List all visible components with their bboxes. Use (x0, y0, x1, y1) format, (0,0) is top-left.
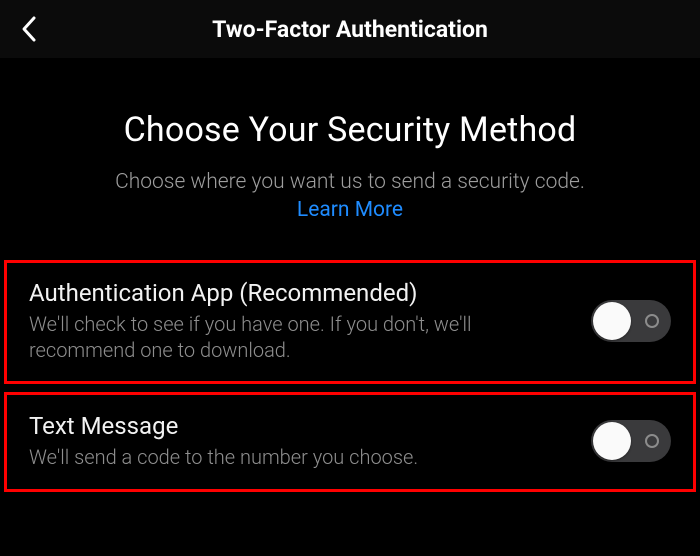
chevron-left-icon (19, 15, 41, 43)
option-title: Authentication App (Recommended) (29, 279, 581, 307)
option-text-message[interactable]: Text Message We'll send a code to the nu… (4, 392, 696, 492)
toggle-knob (593, 302, 631, 340)
page-title: Two-Factor Authentication (0, 16, 700, 43)
learn-more-link[interactable]: Learn More (40, 198, 660, 222)
option-authentication-app[interactable]: Authentication App (Recommended) We'll c… (4, 260, 696, 384)
hero-section: Choose Your Security Method Choose where… (0, 60, 700, 252)
option-text: Text Message We'll send a code to the nu… (29, 412, 591, 470)
toggle-text-message[interactable] (591, 420, 671, 462)
option-description: We'll send a code to the number you choo… (29, 444, 581, 470)
hero-heading: Choose Your Security Method (40, 110, 660, 150)
toggle-off-indicator-icon (645, 314, 659, 328)
back-button[interactable] (0, 0, 60, 59)
options-list: Authentication App (Recommended) We'll c… (0, 260, 700, 492)
toggle-off-indicator-icon (645, 434, 659, 448)
option-text: Authentication App (Recommended) We'll c… (29, 279, 591, 363)
option-title: Text Message (29, 412, 581, 440)
toggle-knob (593, 422, 631, 460)
toggle-authentication-app[interactable] (591, 300, 671, 342)
option-description: We'll check to see if you have one. If y… (29, 311, 581, 363)
hero-subtext: Choose where you want us to send a secur… (40, 168, 660, 196)
navbar: Two-Factor Authentication (0, 0, 700, 60)
